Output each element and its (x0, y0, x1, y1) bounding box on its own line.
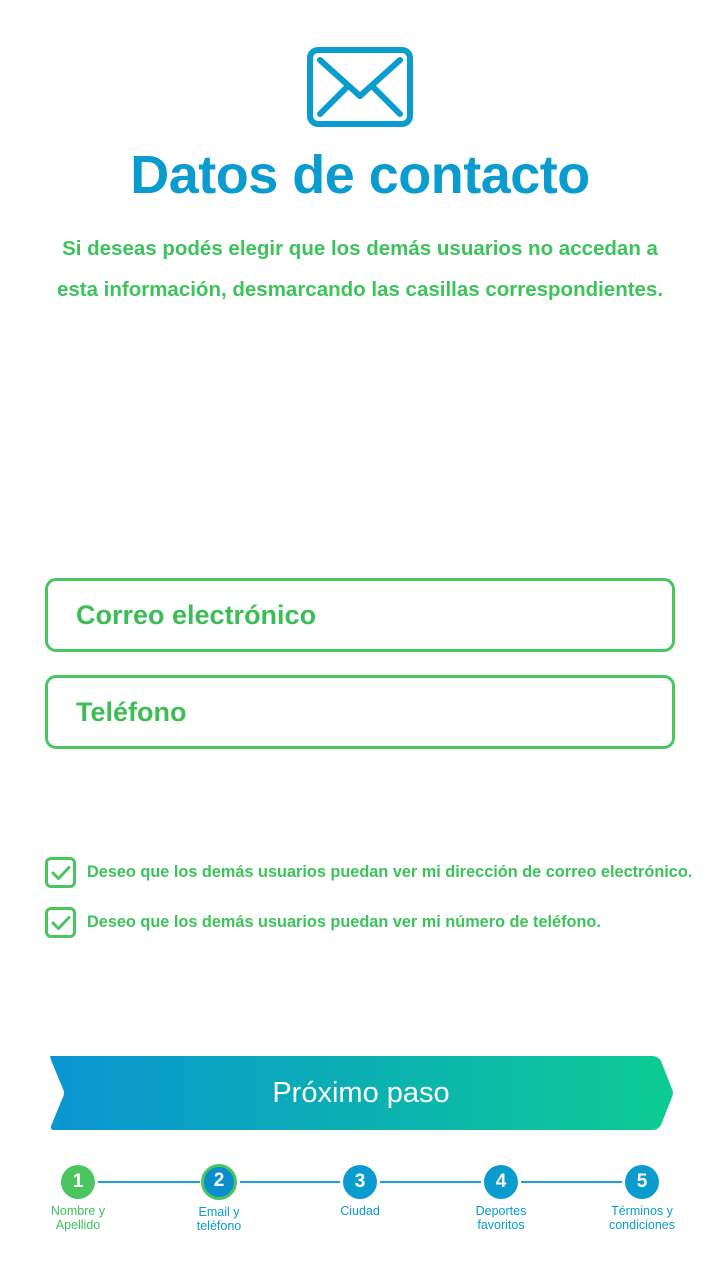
share-email-label: Deseo que los demás usuarios puedan ver … (87, 863, 693, 881)
step-label: Deportes favoritos (475, 1204, 527, 1232)
share-phone-label: Deseo que los demás usuarios puedan ver … (87, 913, 601, 931)
phone-field[interactable] (45, 675, 675, 749)
progress-stepper: 1 Nombre y Apellido 2 Email y teléfono 3 C… (0, 1163, 720, 1253)
checkmark-icon (51, 865, 70, 880)
next-step-button[interactable]: Próximo paso (48, 1054, 674, 1132)
page-title: Datos de contacto (130, 145, 590, 205)
email-field[interactable] (45, 578, 675, 652)
share-phone-checkbox[interactable] (45, 907, 76, 938)
step-label: Términos y condiciones (608, 1204, 675, 1232)
share-phone-option[interactable]: Deseo que los demás usuarios puedan ver … (45, 907, 601, 938)
step-number: 3 (343, 1165, 377, 1199)
step-2-current: 2 Email y teléfono (169, 1163, 269, 1233)
step-label: Nombre y Apellido (50, 1204, 106, 1232)
page-subtitle: Si deseas podés elegir que los demás usu… (56, 237, 664, 301)
checkmark-icon (51, 915, 70, 930)
step-number: 5 (625, 1165, 659, 1199)
step-4: 4 Deportes favoritos (451, 1163, 551, 1232)
next-step-label: Próximo paso (272, 1077, 450, 1109)
step-label: Email y teléfono (196, 1205, 242, 1233)
step-3: 3 Ciudad (310, 1163, 410, 1218)
step-number: 4 (484, 1165, 518, 1199)
share-email-option[interactable]: Deseo que los demás usuarios puedan ver … (45, 857, 692, 888)
step-1: 1 Nombre y Apellido (28, 1163, 128, 1232)
step-5: 5 Términos y condiciones (592, 1163, 692, 1232)
step-number: 2 (201, 1164, 237, 1200)
envelope-icon (307, 47, 413, 127)
step-label: Ciudad (340, 1204, 380, 1218)
step-number: 1 (61, 1165, 95, 1199)
share-email-checkbox[interactable] (45, 857, 76, 888)
